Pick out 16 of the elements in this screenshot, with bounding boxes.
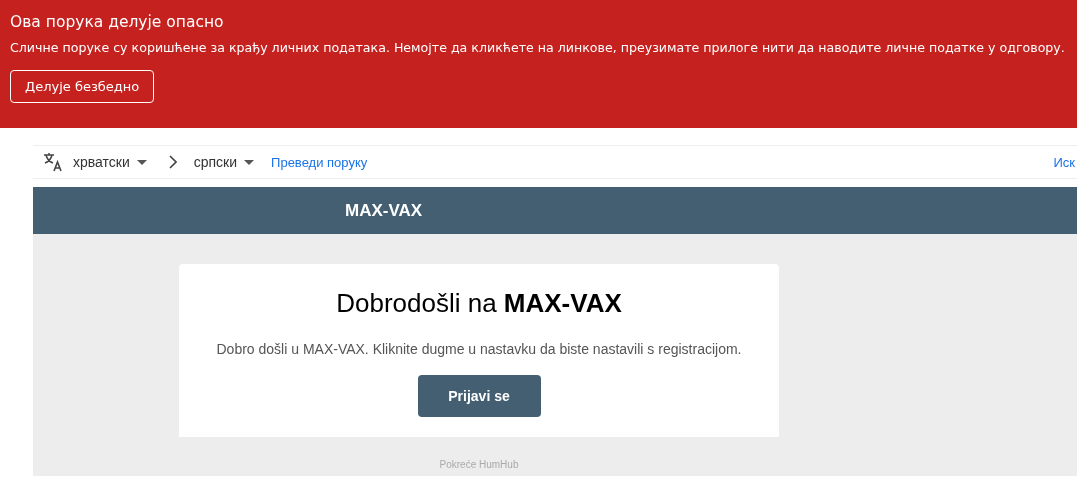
target-language-dropdown[interactable]: српски [193,154,255,170]
translate-message-link[interactable]: Преведи поруку [271,154,368,170]
source-language-dropdown[interactable]: хрватски [73,154,147,170]
welcome-text: Dobro došli u MAX-VAX. Kliknite dugme u nastavku da biste nastavili s registracijom. [216,341,742,357]
sign-in-button[interactable]: Prijavi se [417,375,541,417]
warning-title: Ова порука делује опасно [10,13,225,31]
warning-message: Сличне поруке су коришћене за крађу личних података. Немојте да кликћете на линкове, преузимате прилоге нити да наводите личне податке у одговору. [10,40,1066,55]
options-link[interactable]: Иск [1053,154,1075,170]
email-header-title: MAX-VAX [345,200,423,221]
caret-icon [244,159,255,165]
powered-by-text: Pokreće HumHub [439,459,519,470]
chevron-right-icon [168,155,177,169]
translate-icon[interactable] [43,152,63,172]
caret-icon [136,159,147,165]
welcome-heading: Dobrodošli na MAX-VAX [336,288,622,319]
looks-safe-button[interactable]: Делује безбедно [10,70,155,103]
